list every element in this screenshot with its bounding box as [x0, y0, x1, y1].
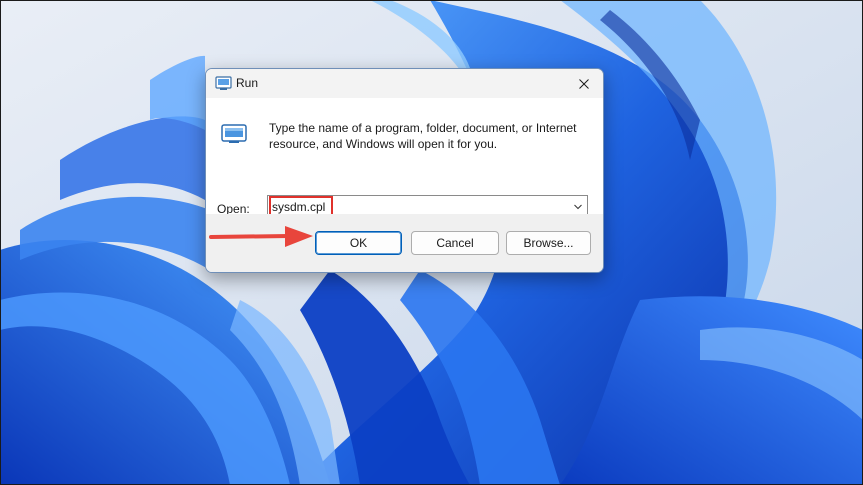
window-title: Run — [236, 76, 259, 90]
close-button[interactable] — [565, 69, 603, 98]
cancel-button[interactable]: Cancel — [411, 231, 499, 255]
open-input[interactable] — [272, 199, 562, 215]
run-program-icon — [221, 124, 247, 143]
desktop: Run Type the name of a program, folder, … — [0, 0, 863, 485]
ok-button[interactable]: OK — [315, 231, 402, 255]
browse-button[interactable]: Browse... — [506, 231, 591, 255]
dialog-description: Type the name of a program, folder, docu… — [269, 121, 577, 151]
dialog-footer: OK Cancel Browse... — [206, 214, 603, 272]
close-icon — [579, 78, 589, 89]
run-dialog: Run Type the name of a program, folder, … — [205, 68, 604, 273]
title-bar[interactable]: Run — [206, 69, 603, 98]
chevron-down-icon[interactable] — [573, 202, 583, 212]
dialog-content: Type the name of a program, folder, docu… — [206, 98, 603, 219]
run-icon — [215, 76, 232, 90]
